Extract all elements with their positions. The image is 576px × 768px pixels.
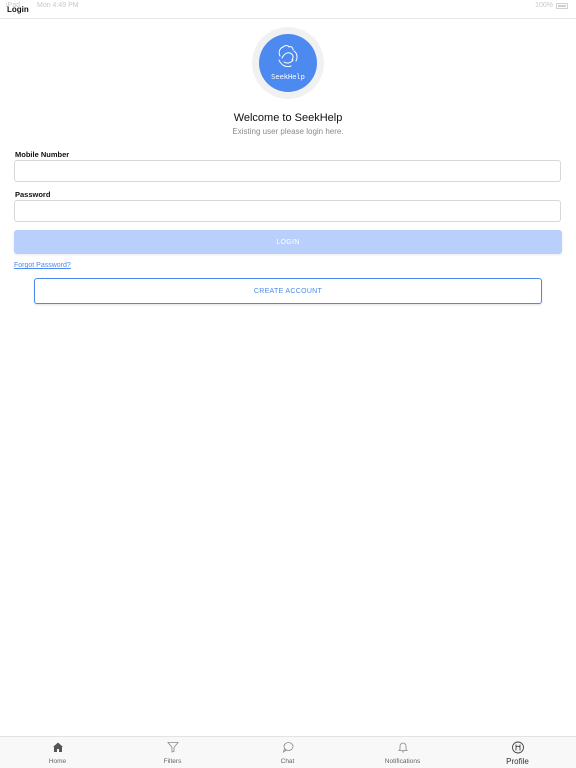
tab-filters[interactable]: Filters — [115, 737, 230, 768]
forgot-password-link[interactable]: Forgot Password? — [14, 262, 71, 269]
password-label: Password — [15, 190, 51, 199]
mobile-number-input[interactable] — [14, 160, 561, 182]
logo-text: SeekHelp — [271, 73, 305, 81]
status-bar: iPad Mon 4:49 PM 100% — [0, 0, 576, 12]
tab-label-filters: Filters — [163, 758, 182, 765]
tab-home[interactable]: Home — [0, 737, 115, 768]
tab-label-home: Home — [48, 758, 67, 765]
profile-icon — [512, 741, 524, 754]
filter-icon — [166, 742, 179, 753]
create-account-button[interactable]: CREATE ACCOUNT — [34, 278, 542, 304]
battery-percent: 100% — [535, 2, 553, 9]
welcome-subtitle: Existing user please login here. — [232, 127, 344, 136]
tab-label-profile: Profile — [506, 757, 529, 766]
welcome-heading: Welcome to SeekHelp — [233, 112, 343, 124]
device-label: iPad — [6, 2, 21, 9]
tab-notifications[interactable]: Notifications — [345, 737, 460, 768]
login-button[interactable]: LOGIN — [14, 230, 562, 254]
password-input[interactable] — [14, 200, 561, 222]
login-screen: Login iPad Mon 4:49 PM 100% SeekHelp Wel… — [0, 0, 576, 768]
hands-icon — [278, 45, 298, 68]
app-logo: SeekHelp — [259, 34, 317, 92]
tab-label-chat: Chat — [280, 758, 295, 765]
mobile-number-label: Mobile Number — [15, 150, 70, 159]
tab-bar: Home Filters Chat Notifications Profile — [0, 736, 576, 768]
clock: Mon 4:49 PM — [37, 2, 79, 9]
battery-icon — [556, 2, 568, 9]
home-icon — [52, 742, 63, 752]
bell-icon — [397, 742, 408, 753]
tab-label-notifications: Notifications — [384, 758, 421, 765]
chat-icon — [282, 742, 293, 753]
tab-profile[interactable]: Profile — [460, 737, 576, 768]
tab-chat[interactable]: Chat — [230, 737, 345, 768]
status-right: 100% — [535, 2, 568, 9]
